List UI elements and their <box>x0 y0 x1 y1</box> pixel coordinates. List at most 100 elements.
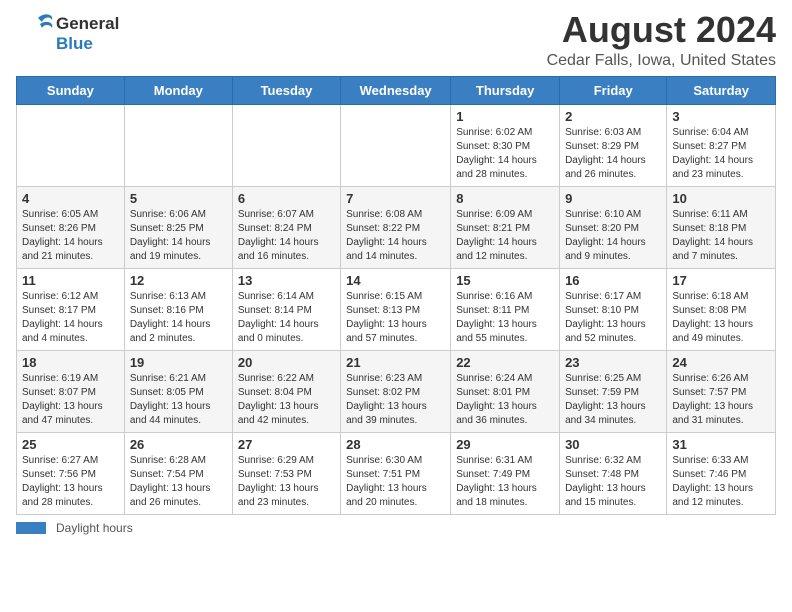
day-number: 14 <box>346 273 445 288</box>
logo-icon <box>16 10 54 58</box>
day-info: Sunrise: 6:13 AM Sunset: 8:16 PM Dayligh… <box>130 290 227 346</box>
day-info: Sunrise: 6:10 AM Sunset: 8:20 PM Dayligh… <box>565 208 661 264</box>
day-number: 23 <box>565 355 661 370</box>
day-number: 29 <box>456 437 554 452</box>
day-info: Sunrise: 6:28 AM Sunset: 7:54 PM Dayligh… <box>130 454 227 510</box>
day-number: 17 <box>672 273 770 288</box>
day-info: Sunrise: 6:22 AM Sunset: 8:04 PM Dayligh… <box>238 372 335 428</box>
calendar-subtitle: Cedar Falls, Iowa, United States <box>547 52 776 70</box>
day-number: 7 <box>346 191 445 206</box>
table-row: 2Sunrise: 6:03 AM Sunset: 8:29 PM Daylig… <box>560 104 667 186</box>
day-info: Sunrise: 6:12 AM Sunset: 8:17 PM Dayligh… <box>22 290 119 346</box>
day-info: Sunrise: 6:29 AM Sunset: 7:53 PM Dayligh… <box>238 454 335 510</box>
day-number: 11 <box>22 273 119 288</box>
day-number: 18 <box>22 355 119 370</box>
table-row: 31 Sunrise: 6:33 AM Sunset: 7:46 PM Dayli… <box>667 432 776 514</box>
col-thursday: Thursday <box>451 76 560 104</box>
col-friday: Friday <box>560 76 667 104</box>
day-info: Sunrise: 6:30 AM Sunset: 7:51 PM Dayligh… <box>346 454 445 510</box>
table-row: 16Sunrise: 6:17 AM Sunset: 8:10 PM Dayli… <box>560 268 667 350</box>
col-sunday: Sunday <box>17 76 125 104</box>
logo-general: General <box>56 14 119 34</box>
day-info: Sunrise: 6:21 AM Sunset: 8:05 PM Dayligh… <box>130 372 227 428</box>
table-row: 30Sunrise: 6:32 AM Sunset: 7:48 PM Dayli… <box>560 432 667 514</box>
header: General Blue August 2024 Cedar Falls, Io… <box>16 10 776 70</box>
day-number: 19 <box>130 355 227 370</box>
day-info: Sunrise: 6:15 AM Sunset: 8:13 PM Dayligh… <box>346 290 445 346</box>
day-number: 9 <box>565 191 661 206</box>
day-number: 20 <box>238 355 335 370</box>
day-number: 15 <box>456 273 554 288</box>
table-row <box>341 104 451 186</box>
day-info: Sunrise: 6:05 AM Sunset: 8:26 PM Dayligh… <box>22 208 119 264</box>
day-number: 31 <box>672 437 770 452</box>
day-info: Sunrise: 6:16 AM Sunset: 8:11 PM Dayligh… <box>456 290 554 346</box>
day-info: Sunrise: 6:06 AM Sunset: 8:25 PM Dayligh… <box>130 208 227 264</box>
table-row: 29 Sunrise: 6:31 AM Sunset: 7:49 PM Dayli… <box>451 432 560 514</box>
calendar-week-row: 1Sunrise: 6:02 AM Sunset: 8:30 PM Daylig… <box>17 104 776 186</box>
day-number: 22 <box>456 355 554 370</box>
table-row: 9 Sunrise: 6:10 AM Sunset: 8:20 PM Daylig… <box>560 186 667 268</box>
calendar-table: Sunday Monday Tuesday Wednesday Thursday… <box>16 76 776 515</box>
table-row: 7 Sunrise: 6:08 AM Sunset: 8:22 PM Daylig… <box>341 186 451 268</box>
table-row: 8 Sunrise: 6:09 AM Sunset: 8:21 PM Daylig… <box>451 186 560 268</box>
day-info: Sunrise: 6:26 AM Sunset: 7:57 PM Dayligh… <box>672 372 770 428</box>
table-row: 25Sunrise: 6:27 AM Sunset: 7:56 PM Dayli… <box>17 432 125 514</box>
table-row: 15 Sunrise: 6:16 AM Sunset: 8:11 PM Dayli… <box>451 268 560 350</box>
table-row <box>232 104 340 186</box>
table-row: 18 Sunrise: 6:19 AM Sunset: 8:07 PM Dayli… <box>17 350 125 432</box>
day-info: Sunrise: 6:14 AM Sunset: 8:14 PM Dayligh… <box>238 290 335 346</box>
col-wednesday: Wednesday <box>341 76 451 104</box>
day-info: Sunrise: 6:24 AM Sunset: 8:01 PM Dayligh… <box>456 372 554 428</box>
table-row: 22 Sunrise: 6:24 AM Sunset: 8:01 PM Dayli… <box>451 350 560 432</box>
day-info: Sunrise: 6:33 AM Sunset: 7:46 PM Dayligh… <box>672 454 770 510</box>
calendar-week-row: 11 Sunrise: 6:12 AM Sunset: 8:17 PM Dayli… <box>17 268 776 350</box>
col-saturday: Saturday <box>667 76 776 104</box>
day-number: 21 <box>346 355 445 370</box>
col-tuesday: Tuesday <box>232 76 340 104</box>
day-number: 13 <box>238 273 335 288</box>
day-info: Sunrise: 6:19 AM Sunset: 8:07 PM Dayligh… <box>22 372 119 428</box>
day-number: 10 <box>672 191 770 206</box>
day-number: 26 <box>130 437 227 452</box>
day-info: Sunrise: 6:09 AM Sunset: 8:21 PM Dayligh… <box>456 208 554 264</box>
calendar-week-row: 18 Sunrise: 6:19 AM Sunset: 8:07 PM Dayli… <box>17 350 776 432</box>
table-row: 14 Sunrise: 6:15 AM Sunset: 8:13 PM Dayli… <box>341 268 451 350</box>
footer: Daylight hours <box>16 521 776 535</box>
table-row: 1Sunrise: 6:02 AM Sunset: 8:30 PM Daylig… <box>451 104 560 186</box>
day-info: Sunrise: 6:03 AM Sunset: 8:29 PM Dayligh… <box>565 126 661 182</box>
title-block: August 2024 Cedar Falls, Iowa, United St… <box>547 10 776 70</box>
table-row: 11 Sunrise: 6:12 AM Sunset: 8:17 PM Dayli… <box>17 268 125 350</box>
daylight-label: Daylight hours <box>56 521 133 535</box>
table-row: 28 Sunrise: 6:30 AM Sunset: 7:51 PM Dayli… <box>341 432 451 514</box>
logo-text: General Blue <box>56 14 119 55</box>
logo-blue: Blue <box>56 34 119 54</box>
table-row: 24Sunrise: 6:26 AM Sunset: 7:57 PM Dayli… <box>667 350 776 432</box>
day-info: Sunrise: 6:07 AM Sunset: 8:24 PM Dayligh… <box>238 208 335 264</box>
day-number: 16 <box>565 273 661 288</box>
table-row: 6 Sunrise: 6:07 AM Sunset: 8:24 PM Daylig… <box>232 186 340 268</box>
table-row: 27 Sunrise: 6:29 AM Sunset: 7:53 PM Dayli… <box>232 432 340 514</box>
table-row: 10 Sunrise: 6:11 AM Sunset: 8:18 PM Dayli… <box>667 186 776 268</box>
table-row <box>17 104 125 186</box>
table-row: 13 Sunrise: 6:14 AM Sunset: 8:14 PM Dayli… <box>232 268 340 350</box>
calendar-week-row: 4Sunrise: 6:05 AM Sunset: 8:26 PM Daylig… <box>17 186 776 268</box>
day-info: Sunrise: 6:08 AM Sunset: 8:22 PM Dayligh… <box>346 208 445 264</box>
day-number: 28 <box>346 437 445 452</box>
daylight-bar-icon <box>16 522 46 534</box>
day-number: 27 <box>238 437 335 452</box>
day-number: 8 <box>456 191 554 206</box>
day-number: 6 <box>238 191 335 206</box>
col-monday: Monday <box>124 76 232 104</box>
table-row: 26 Sunrise: 6:28 AM Sunset: 7:54 PM Dayli… <box>124 432 232 514</box>
table-row: 21Sunrise: 6:23 AM Sunset: 8:02 PM Dayli… <box>341 350 451 432</box>
logo: General Blue <box>16 10 119 58</box>
day-info: Sunrise: 6:31 AM Sunset: 7:49 PM Dayligh… <box>456 454 554 510</box>
day-info: Sunrise: 6:04 AM Sunset: 8:27 PM Dayligh… <box>672 126 770 182</box>
day-info: Sunrise: 6:11 AM Sunset: 8:18 PM Dayligh… <box>672 208 770 264</box>
day-number: 3 <box>672 109 770 124</box>
table-row: 23Sunrise: 6:25 AM Sunset: 7:59 PM Dayli… <box>560 350 667 432</box>
day-number: 1 <box>456 109 554 124</box>
day-info: Sunrise: 6:27 AM Sunset: 7:56 PM Dayligh… <box>22 454 119 510</box>
calendar-week-row: 25Sunrise: 6:27 AM Sunset: 7:56 PM Dayli… <box>17 432 776 514</box>
